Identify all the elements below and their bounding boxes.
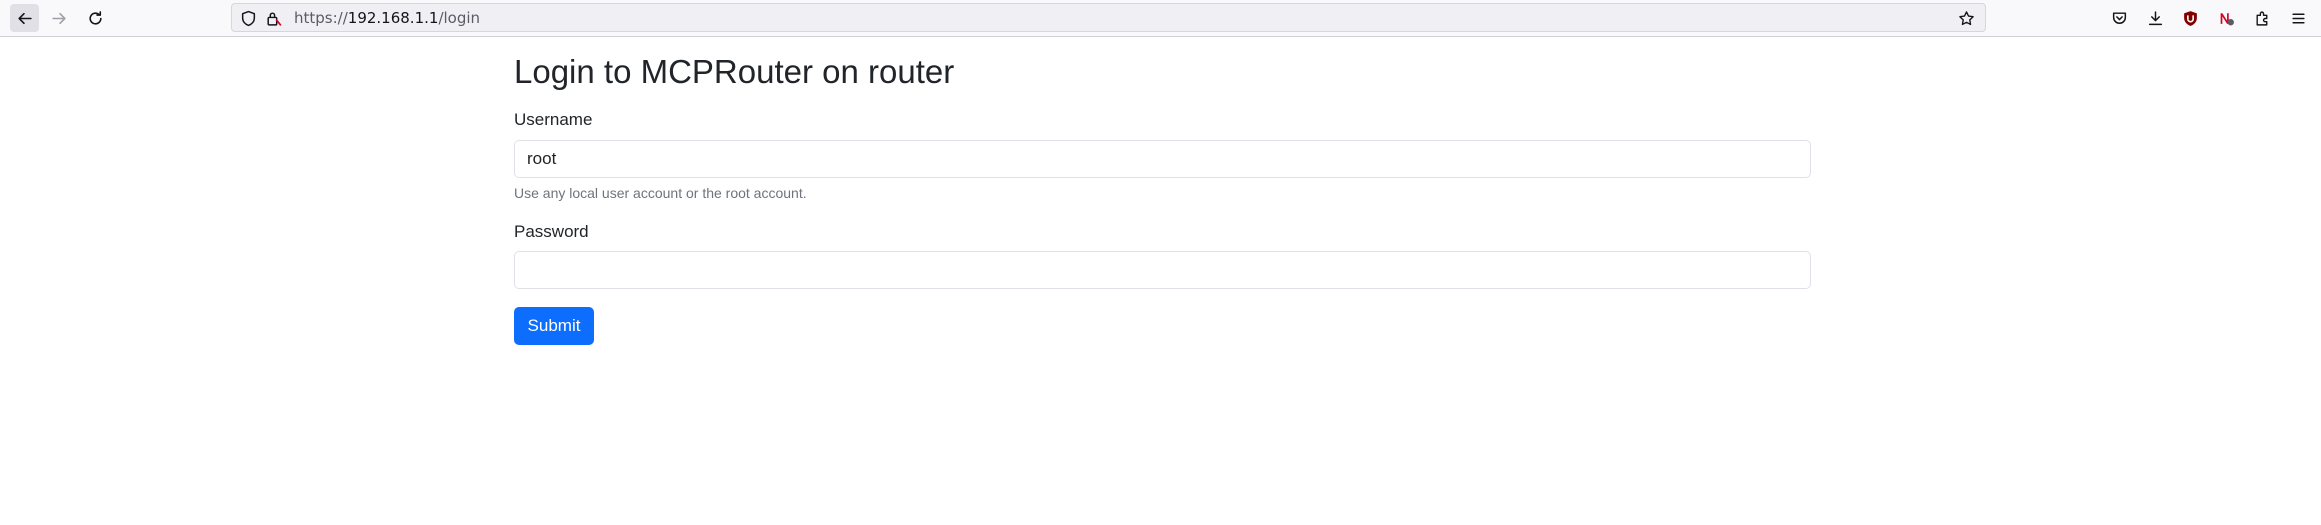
url-host: 192.168.1.1 xyxy=(347,9,439,27)
submit-button[interactable]: Submit xyxy=(514,307,594,345)
pocket-button[interactable] xyxy=(2105,4,2134,32)
password-input[interactable] xyxy=(514,251,1811,289)
url-path: /login xyxy=(438,9,481,27)
download-icon xyxy=(2148,10,2163,25)
username-input[interactable] xyxy=(514,140,1811,178)
puzzle-icon xyxy=(2256,11,2268,26)
arrow-right-icon xyxy=(52,12,66,24)
star-icon[interactable] xyxy=(1958,10,1975,27)
ublock-icon xyxy=(2184,10,2197,26)
address-bar[interactable]: https://192.168.1.1/login xyxy=(231,3,1986,32)
lock-icon[interactable] xyxy=(265,10,282,27)
extension-n-icon xyxy=(2220,12,2234,25)
pocket-icon xyxy=(2112,11,2127,24)
forward-button[interactable] xyxy=(45,4,74,32)
username-label: Username xyxy=(514,110,593,129)
ublock-button[interactable] xyxy=(2176,4,2205,32)
downloads-button[interactable] xyxy=(2141,4,2170,32)
reload-button[interactable] xyxy=(81,4,110,32)
arrow-left-icon xyxy=(18,12,32,24)
extensions-button[interactable] xyxy=(2248,4,2277,32)
hamburger-menu-icon xyxy=(2292,12,2305,24)
page-title: Login to MCPRouter on router xyxy=(514,53,955,90)
password-label: Password xyxy=(514,222,589,241)
app-menu-button[interactable] xyxy=(2284,4,2313,32)
url-text[interactable]: https://192.168.1.1/login xyxy=(294,10,480,27)
url-scheme: https:// xyxy=(294,9,348,27)
browser-toolbar: https://192.168.1.1/login xyxy=(0,0,2321,37)
extension-n-button[interactable] xyxy=(2212,4,2241,32)
back-button[interactable] xyxy=(10,4,39,32)
username-help-text: Use any local user account or the root a… xyxy=(514,185,807,201)
shield-icon[interactable] xyxy=(240,10,257,27)
reload-icon xyxy=(89,10,102,25)
